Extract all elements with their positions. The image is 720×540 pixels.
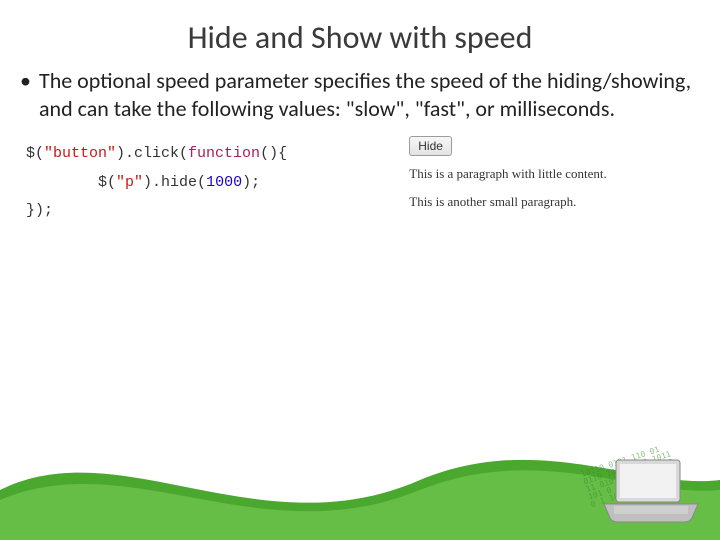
bullet-dot-icon: •: [20, 67, 31, 95]
example-paragraph-2: This is another small paragraph.: [409, 194, 700, 210]
slide-title: Hide and Show with speed: [0, 0, 720, 67]
hide-button[interactable]: Hide: [409, 136, 452, 156]
decorative-digital-burst-icon: 10110 0101 110 01 0110 10 1101 0 1011 11…: [581, 443, 680, 509]
content-row: $("button").click(function(){ $("p").hid…: [0, 122, 720, 230]
bullet-text: The optional speed parameter specifies t…: [39, 67, 696, 122]
example-output: Hide This is a paragraph with little con…: [409, 136, 700, 230]
example-paragraph-1: This is a paragraph with little content.: [409, 166, 700, 182]
bullet-item: • The optional speed parameter specifies…: [0, 67, 720, 122]
decorative-wave: [0, 420, 720, 540]
code-line-1: $("button").click(function(){: [26, 140, 393, 169]
laptop-icon: [596, 452, 706, 532]
code-snippet: $("button").click(function(){ $("p").hid…: [20, 136, 399, 230]
code-line-2: $("p").hide(1000);: [26, 169, 393, 198]
code-line-3: });: [26, 197, 393, 226]
